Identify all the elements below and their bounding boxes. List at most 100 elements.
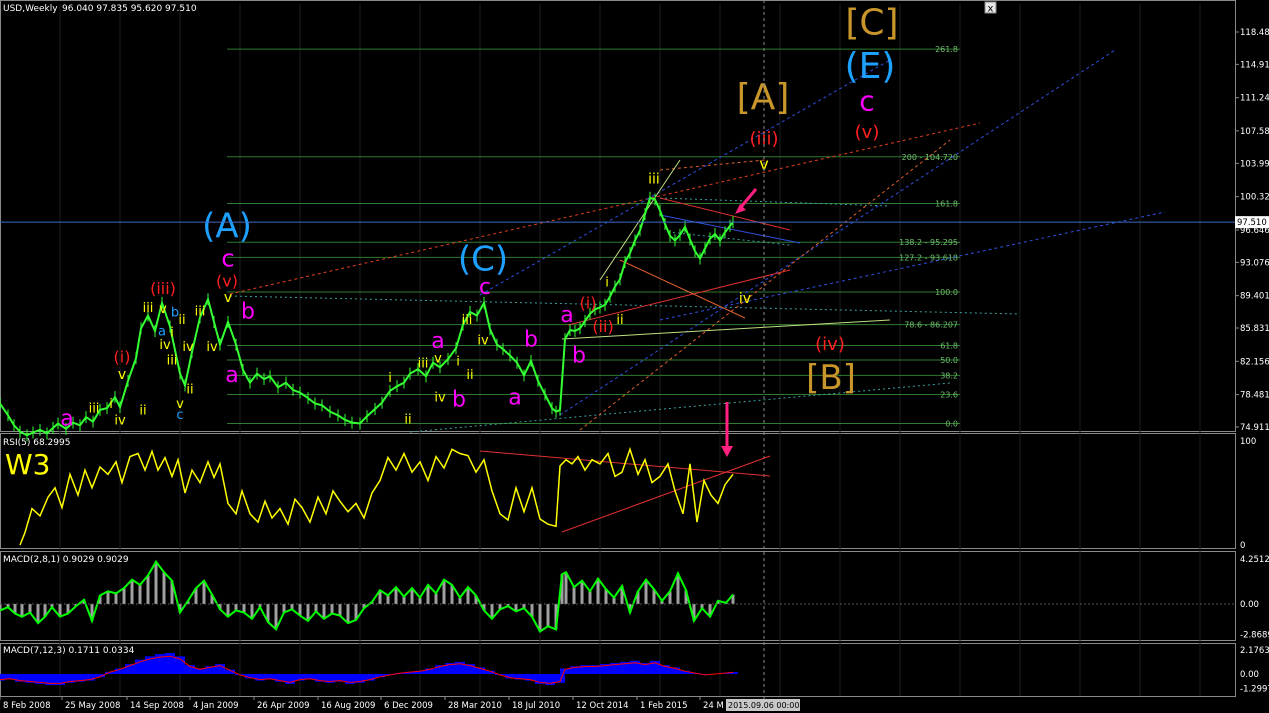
wave-label: ii <box>616 313 623 328</box>
y-tick-label: 82.156 <box>1240 357 1269 367</box>
wave-label: c <box>859 85 874 118</box>
x-tick-label: 26 Apr 2009 <box>257 701 310 711</box>
wave-label: (i) <box>114 348 131 367</box>
wave-label: ii <box>178 313 185 328</box>
wave-label: iii <box>143 301 154 316</box>
y-tick-label: 100.321 <box>1240 193 1269 203</box>
wave-label: c <box>221 245 234 273</box>
x-tick-label: 25 May 2008 <box>65 701 120 711</box>
macd2-tick-label: -1.2997 <box>1240 684 1269 694</box>
macd1-tick-label: -2.8689 <box>1240 630 1269 640</box>
wave-label: (A) <box>202 207 252 247</box>
rsi-annotation: W3 <box>5 448 51 481</box>
wave-label: ii <box>186 383 193 398</box>
x-tick-label: 8 Feb 2008 <box>3 701 51 711</box>
wave-label: iv <box>114 413 126 428</box>
x-tick-label: 2015.09.06 00:00 <box>728 701 799 710</box>
close-icon: x <box>988 4 994 15</box>
x-tick-label: 24 M <box>703 701 724 711</box>
wave-label: iii <box>167 354 178 369</box>
wave-label: a <box>225 363 238 388</box>
wave-label: a <box>60 406 73 431</box>
y-tick-label: 85.831 <box>1240 324 1269 334</box>
wave-label: iv <box>182 340 194 355</box>
wave-label: iv <box>477 334 489 349</box>
wave-label: a <box>560 303 573 328</box>
macd2-tick-label: 2.1763 <box>1240 646 1269 656</box>
wave-label: (v) <box>855 122 880 143</box>
wave-label: iv <box>434 391 446 406</box>
wave-label: [B] <box>806 358 856 398</box>
wave-label: iv <box>739 291 751 307</box>
y-tick-label: 78.481 <box>1240 391 1269 401</box>
wave-label: i <box>605 276 609 291</box>
y-tick-label: 111.241 <box>1240 94 1269 104</box>
macd2-tick-label: 0.00 <box>1240 670 1259 680</box>
wave-label: v <box>434 352 442 367</box>
x-tick-label: 1 Feb 2015 <box>640 701 688 711</box>
wave-label: v <box>118 367 126 383</box>
x-tick-label: 14 Sep 2008 <box>130 701 184 711</box>
wave-label: [C] <box>845 3 898 44</box>
wave-label: ii <box>466 368 473 383</box>
y-tick-label: 93.076 <box>1240 258 1269 268</box>
wave-label: (iii) <box>150 279 176 298</box>
wave-label: b <box>241 299 255 324</box>
wave-label: ii <box>139 403 146 418</box>
fib-label: 0.0 <box>945 419 958 428</box>
y-tick-label: 89.401 <box>1240 292 1269 302</box>
rsi-tick-label: 100 <box>1240 437 1256 447</box>
x-tick-label: 6 Dec 2009 <box>384 701 433 711</box>
ohlc-values: 96.040 97.835 95.620 97.510 <box>62 4 197 14</box>
macd2-title: MACD(7,12,3) 0.1711 0.0334 <box>3 646 135 656</box>
fib-label: 100.0 <box>935 288 958 297</box>
y-tick-label: 74.911 <box>1240 423 1269 433</box>
wave-label: v <box>224 290 232 306</box>
wave-label: iv <box>206 340 218 355</box>
wave-label: a <box>508 385 521 410</box>
macd1-title: MACD(2,8,1) 0.9029 0.9029 <box>3 555 129 565</box>
wave-label: c <box>479 275 491 300</box>
fib-label: 78.6 - 86.207 <box>904 321 958 330</box>
wave-label: iii <box>195 305 206 320</box>
fib-label: 138.2 - 95.295 <box>899 238 958 247</box>
x-tick-label: 18 Jul 2010 <box>512 701 560 711</box>
wave-label: (i) <box>580 293 597 312</box>
trading-chart[interactable]: 261.8200 - 104.720161.8138.2 - 95.295127… <box>0 0 1269 713</box>
x-tick-label: 4 Jan 2009 <box>193 701 239 711</box>
rsi-tick-label: 0 <box>1240 541 1245 551</box>
wave-label: iii <box>89 402 100 417</box>
wave-label: [A] <box>737 77 790 118</box>
wave-label: b <box>572 344 586 369</box>
fib-label: 261.8 <box>935 45 958 54</box>
y-tick-label: 114.916 <box>1240 60 1269 70</box>
y-tick-label: 118.486 <box>1240 28 1269 38</box>
wave-label: i <box>456 354 460 369</box>
macd1-tick-label: 0.00 <box>1240 600 1259 610</box>
x-tick-label: 12 Oct 2014 <box>576 701 629 711</box>
wave-label: (C) <box>458 239 508 279</box>
wave-label: (E) <box>845 46 896 87</box>
wave-label: ii <box>404 412 411 427</box>
wave-label: c <box>176 408 183 423</box>
wave-label: i <box>170 325 174 340</box>
wave-label: iii <box>418 356 429 371</box>
fib-label: 161.8 <box>935 199 958 208</box>
wave-label: i <box>109 397 113 412</box>
macd1-tick-label: 4.2512 <box>1240 555 1269 565</box>
y-tick-label: 103.998 <box>1240 159 1269 169</box>
wave-label: b <box>452 387 466 412</box>
current-price-tag: 97.510 <box>1235 216 1269 229</box>
fib-label: 50.0 <box>940 356 958 365</box>
fib-label: 61.8 <box>940 342 958 351</box>
x-tick-label: 16 Aug 2009 <box>321 701 375 711</box>
rsi-title: RSI(5) 68.2995 <box>3 438 70 448</box>
current-price-label: 97.510 <box>1237 218 1267 228</box>
close-button[interactable]: x <box>984 1 997 15</box>
chart-title: USD,Weekly <box>3 4 58 14</box>
wave-label: i <box>388 371 392 386</box>
wave-label: b <box>524 327 538 352</box>
wave-label: (v) <box>216 272 238 291</box>
wave-label: iv <box>159 338 171 353</box>
wave-label: iii <box>462 313 473 328</box>
